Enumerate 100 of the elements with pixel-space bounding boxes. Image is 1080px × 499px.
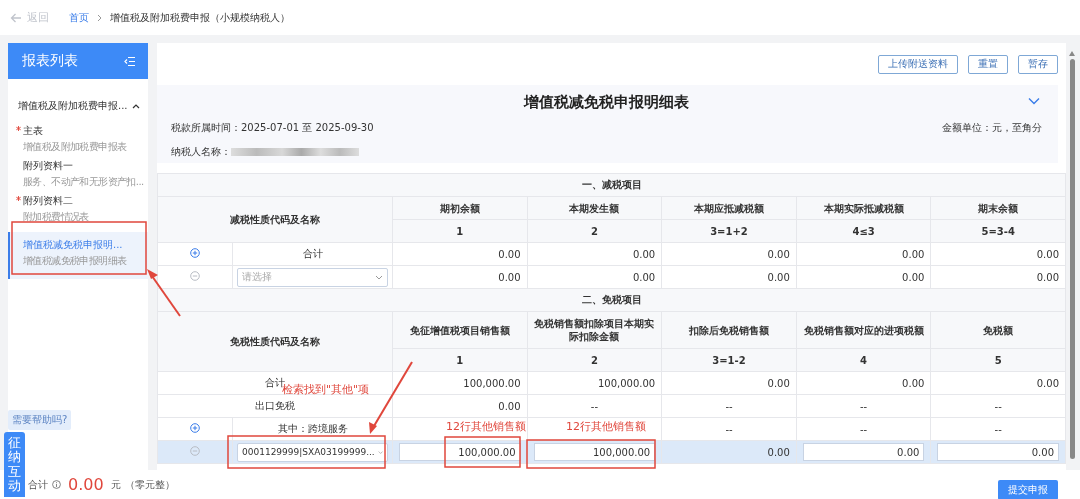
table-cell: 0.00 (632, 271, 656, 283)
column-header: 期末余额 (930, 196, 1066, 220)
toolbar-button[interactable]: 重置 (968, 54, 1008, 74)
column-header: 减税性质代码及名称 (157, 196, 393, 243)
table-cell: 0.00 (767, 446, 790, 458)
table-cell: -- (590, 400, 598, 412)
toolbar-button[interactable]: 暂存 (1018, 54, 1058, 74)
item-subtitle: 增值税及附加税费申报表 (23, 140, 128, 153)
chevron-icon[interactable] (132, 103, 140, 109)
table-cell: 0.00 (902, 271, 925, 283)
section-title: 一、减税项目 (157, 173, 1066, 197)
sidebar-item[interactable]: 附列资料二 附加税费情况表 (8, 191, 148, 226)
info-icon[interactable] (52, 480, 61, 489)
input-field[interactable]: 100,000.00 (399, 443, 521, 461)
input-field[interactable]: 0.00 (937, 443, 1059, 461)
table-cell: -- (994, 400, 1002, 412)
column-header: 本期应抵减税额 (661, 196, 797, 220)
column-code: 5=3-4 (930, 219, 1066, 243)
caret-icon (377, 449, 383, 455)
table-cell: 0.00 (767, 248, 790, 260)
sidebar-item[interactable]: 增值税减免税申报明... 增值税减免税申报明细表 (8, 232, 148, 279)
section-title: 二、免税项目 (157, 288, 1066, 312)
column-code: 1 (392, 219, 528, 243)
table-cell: 0.00 (902, 377, 925, 389)
table-cell: -- (859, 423, 868, 435)
item-label: 附列资料一 (23, 159, 73, 173)
table-cell: 0.00 (498, 400, 521, 412)
add-circle-icon[interactable] (190, 423, 200, 433)
item-subtitle: 附加税费情况表 (23, 210, 90, 223)
annotation-text: 12行其他销售额 (566, 419, 646, 434)
column-header: 免税额 (930, 311, 1066, 349)
table-cell: 0.00 (902, 248, 925, 260)
table-cell: -- (725, 423, 733, 435)
row-label: 出口免税 (255, 400, 295, 411)
input-field[interactable]: 100,000.00 (533, 443, 656, 461)
toolbar-button[interactable]: 上传附送资料 (878, 54, 958, 74)
table-cell: 0.00 (767, 271, 790, 283)
breadcrumb-link[interactable]: 首页 (69, 10, 89, 25)
table-cell: -- (994, 423, 1002, 435)
table-cell: 100,000.00 (597, 377, 656, 389)
item-label: 增值税减免税申报明... (23, 238, 123, 252)
item-subtitle: 服务、不动产和无形资产扣... (23, 175, 145, 188)
table-cell: -- (725, 400, 733, 412)
row-label: 其中：跨境服务 (277, 423, 348, 434)
period-text: 税款所属时间：2025-07-01 至 2025-09-30 (171, 121, 374, 135)
submit-button[interactable]: 提交申报 (998, 479, 1058, 499)
currency-unit: 元 (110, 477, 121, 492)
item-subtitle: 增值税减免税申报明细表 (23, 254, 128, 267)
scrollbar-thumb[interactable] (1069, 59, 1075, 459)
table-cell: 100,000.00 (463, 377, 521, 389)
column-header: 免税销售额扣除项目本期实际扣除金额 (527, 311, 662, 349)
add-circle-icon[interactable] (190, 248, 200, 258)
column-header: 扣除后免税销售额 (661, 311, 797, 349)
table-cell: 0.00 (767, 377, 790, 389)
table-cell: 0.00 (1036, 271, 1059, 283)
chevron-right-icon (97, 13, 102, 22)
sidebar-title: 报表列表 (22, 52, 78, 70)
row-label: 合计 (302, 248, 323, 259)
total-amount: 0.00 (68, 475, 104, 494)
column-header: 期初余额 (392, 196, 528, 220)
taxpayer-label: 纳税人名称： (171, 145, 231, 159)
annotation-text: 12行其他销售额 (446, 419, 526, 434)
table-cell: 0.00 (498, 271, 521, 283)
item-label: 主表 (23, 124, 43, 138)
unit-text: 金额单位：元，至角分 (942, 121, 1042, 135)
column-code: 2 (527, 219, 662, 243)
amount-in-words: （零元整） (124, 477, 175, 492)
column-header: 本期发生额 (527, 196, 662, 220)
table-cell: 0.00 (632, 248, 656, 260)
select-field[interactable]: 0001129999|SXA03199999... (237, 442, 388, 462)
chat-tab[interactable]: 征纳互动 (4, 432, 25, 498)
page-title: 增值税及附加税费申报（小规模纳税人） (110, 10, 290, 25)
table-cell: 0.00 (1036, 377, 1059, 389)
total-label: 合计 (28, 477, 48, 492)
table-cell: 0.00 (1036, 248, 1059, 260)
column-code: 2 (527, 348, 662, 372)
scroll-up-icon[interactable] (1069, 51, 1075, 56)
back-arrow-icon (10, 12, 22, 23)
column-code: 3=1-2 (661, 348, 797, 372)
annotation-arrow (147, 269, 181, 317)
remove-circle-icon[interactable] (190, 271, 200, 281)
sidebar-item[interactable]: 附列资料一 服务、不动产和无形资产扣... (8, 156, 148, 191)
column-code: 5 (930, 348, 1066, 372)
form-title: 增值税减免税申报明细表 (524, 93, 689, 111)
column-header: 免税性质代码及名称 (157, 311, 393, 372)
item-label: 附列资料二 (23, 194, 73, 208)
column-header: 免税销售额对应的进项税额 (796, 311, 931, 349)
column-code: 4 (796, 348, 931, 372)
input-field[interactable]: 0.00 (802, 443, 925, 461)
help-bubble[interactable]: 需要帮助吗? (8, 410, 72, 430)
column-code: 4≤3 (796, 219, 931, 243)
column-code: 3=1+2 (661, 219, 797, 243)
sidebar-item[interactable]: 主表 增值税及附加税费申报表 (8, 121, 148, 156)
menu-collapse-icon[interactable] (124, 55, 136, 67)
column-header: 本期实际抵减税额 (796, 196, 931, 220)
table-cell: 0.00 (498, 248, 521, 260)
column-header: 免征增值税项目销售额 (392, 311, 528, 349)
table-cell: -- (859, 400, 868, 412)
sidebar-group-label[interactable]: 增值税及附加税费申报... (18, 99, 128, 113)
caret-icon (375, 274, 383, 280)
